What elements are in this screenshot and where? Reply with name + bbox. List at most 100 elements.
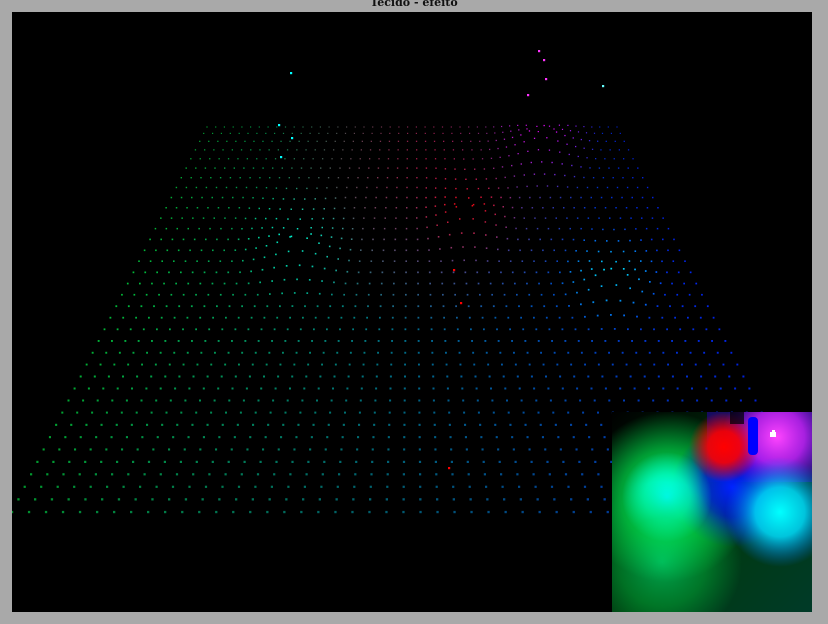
cloth-point	[513, 175, 516, 177]
cloth-point	[625, 207, 628, 209]
cloth-point	[244, 248, 247, 251]
cloth-point	[442, 132, 444, 134]
cloth-point	[463, 259, 465, 262]
cloth-point	[231, 260, 233, 262]
cloth-point	[683, 282, 685, 285]
cloth-point	[396, 177, 398, 179]
cloth-point	[285, 265, 288, 267]
cloth-point	[367, 305, 369, 308]
cloth-point	[405, 293, 407, 296]
cloth-point	[287, 485, 290, 488]
cloth-point	[406, 149, 408, 151]
cloth-point	[42, 448, 45, 451]
cloth-point	[442, 293, 444, 296]
cloth-point	[619, 387, 622, 390]
cloth-point	[160, 316, 163, 319]
cloth-point	[228, 207, 230, 209]
cloth-point	[361, 140, 363, 142]
cloth-point	[517, 238, 519, 241]
cloth-point	[342, 227, 344, 230]
cloth-point	[190, 158, 192, 160]
cloth-point	[334, 510, 337, 514]
cloth-point	[502, 375, 505, 378]
cloth-point	[418, 448, 421, 451]
cloth-point	[615, 207, 617, 209]
cloth-point	[338, 473, 341, 476]
cloth-point	[672, 260, 675, 262]
cloth-point	[334, 197, 337, 199]
cloth-point	[237, 238, 240, 241]
cloth-point	[491, 293, 493, 296]
cloth-point	[195, 460, 198, 463]
cloth-point	[380, 293, 382, 296]
cloth-point	[299, 218, 301, 220]
cloth-point	[273, 473, 276, 476]
cloth-point	[530, 460, 533, 463]
cloth-point	[416, 217, 418, 219]
cloth-point	[601, 132, 604, 134]
cloth-point	[550, 282, 552, 285]
cloth-point	[569, 130, 572, 132]
cloth-point	[343, 207, 346, 209]
cloth-point	[135, 411, 138, 414]
cloth-point	[626, 186, 629, 189]
cloth-point	[331, 293, 333, 296]
cloth-point	[391, 316, 394, 319]
cloth-point	[708, 363, 711, 366]
cloth-point	[379, 140, 382, 142]
cloth-point	[251, 363, 254, 366]
cloth-point	[635, 228, 637, 230]
cloth-point	[425, 187, 427, 189]
cloth-point	[340, 316, 343, 319]
cloth-point	[494, 423, 497, 426]
cloth-point	[163, 282, 165, 285]
cloth-point	[664, 293, 666, 296]
cloth-point	[164, 375, 167, 378]
cloth-point	[497, 187, 500, 189]
cloth-point	[258, 236, 260, 239]
cloth-point	[146, 351, 148, 354]
cloth-point	[257, 340, 260, 342]
cloth-point	[407, 126, 409, 128]
cloth-viewport[interactable]	[12, 12, 812, 612]
cloth-point	[498, 260, 500, 262]
cloth-point	[501, 485, 504, 488]
cloth-point	[247, 238, 250, 240]
cloth-point	[485, 178, 488, 180]
cloth-point	[618, 149, 620, 151]
cloth-point	[667, 249, 669, 252]
cloth-point	[368, 282, 371, 285]
cloth-point	[262, 140, 264, 142]
cloth-point	[260, 328, 263, 331]
cloth-point	[559, 151, 561, 153]
cloth-point	[455, 206, 458, 208]
cloth-point	[239, 411, 242, 414]
cloth-point	[246, 448, 249, 451]
cloth-point	[583, 485, 587, 488]
cloth-point	[199, 448, 202, 451]
cloth-point	[317, 510, 320, 514]
cloth-point	[248, 375, 251, 378]
cloth-point	[296, 149, 298, 151]
cloth-point	[293, 363, 296, 366]
cloth-point	[324, 340, 327, 342]
cloth-point	[151, 340, 153, 342]
cloth-point	[455, 305, 457, 308]
cloth-point	[629, 239, 631, 242]
cloth-point	[671, 375, 674, 378]
cloth-point	[138, 260, 140, 262]
cloth-point	[455, 187, 457, 190]
cloth-point	[524, 340, 527, 342]
cloth-point	[403, 448, 406, 451]
cloth-point	[558, 316, 561, 319]
cloth-point	[155, 249, 157, 252]
cloth-point	[352, 328, 354, 331]
cloth-point	[464, 423, 467, 426]
cloth-point	[186, 316, 189, 319]
cloth-point	[629, 375, 632, 378]
cloth-point	[621, 196, 623, 199]
cloth-point	[253, 305, 256, 308]
cloth-point	[567, 351, 570, 354]
cloth-point	[320, 234, 323, 237]
cloth-point	[160, 217, 162, 219]
